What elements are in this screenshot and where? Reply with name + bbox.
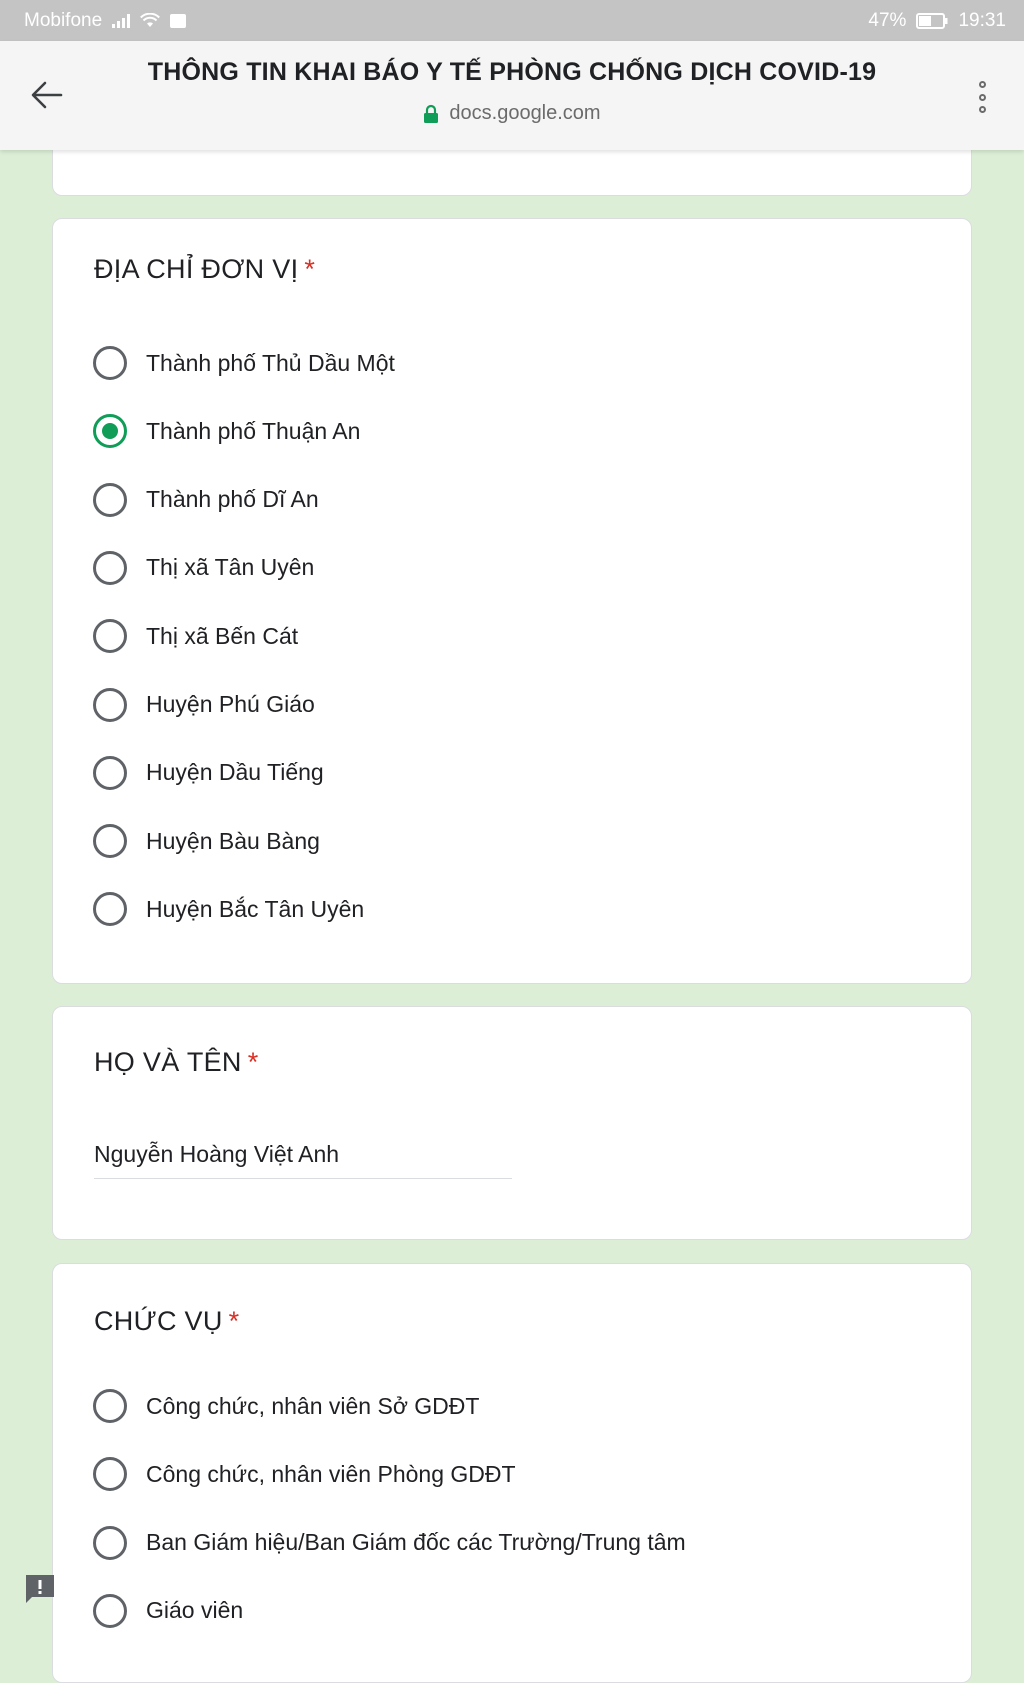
- radio-button[interactable]: [93, 1457, 127, 1492]
- full-name-input[interactable]: Nguyễn Hoàng Việt Anh: [94, 1139, 512, 1179]
- radio-button[interactable]: [93, 1389, 127, 1423]
- radio-button[interactable]: [93, 1593, 127, 1628]
- radio-option[interactable]: Thành phố Thủ Dầu Một: [93, 343, 395, 383]
- radio-option[interactable]: Huyện Bắc Tân Uyên: [93, 889, 364, 929]
- radio-option-label: Thành phố Thuận An: [146, 417, 361, 444]
- url-text: docs.google.com: [449, 102, 601, 124]
- radio-option-label: Thành phố Dĩ An: [146, 486, 319, 513]
- radio-option[interactable]: Công chức, nhân viên Phòng GDĐT: [93, 1454, 516, 1494]
- radio-option-label: Công chức, nhân viên Sở GDĐT: [146, 1392, 480, 1419]
- radio-option-label: Thị xã Bến Cát: [146, 622, 299, 649]
- question-title: ĐỊA CHỈ ĐƠN VỊ *: [94, 254, 315, 285]
- radio-option-label: Giáo viên: [146, 1597, 244, 1624]
- radio-option-label: Thị xã Tân Uyên: [146, 554, 315, 581]
- radio-option[interactable]: Giáo viên: [93, 1591, 243, 1631]
- feedback-button[interactable]: [22, 1571, 58, 1607]
- question-title: CHỨC VỤ *: [94, 1306, 239, 1337]
- radio-button[interactable]: [93, 892, 127, 927]
- radio-option[interactable]: Thị xã Bến Cát: [93, 616, 298, 656]
- radio-option-label: Thành phố Thủ Dầu Một: [146, 349, 395, 376]
- radio-option[interactable]: Thành phố Thuận An: [93, 411, 360, 451]
- back-button[interactable]: [26, 77, 68, 113]
- question-title: HỌ VÀ TÊN *: [94, 1047, 259, 1078]
- question-title-text: HỌ VÀ TÊN: [94, 1047, 242, 1077]
- carrier-name: Mobifone: [24, 9, 103, 31]
- radio-button[interactable]: [93, 619, 127, 654]
- required-star: *: [228, 1306, 240, 1336]
- full-name-question-card: HỌ VÀ TÊN * Nguyễn Hoàng Việt Anh: [52, 1006, 972, 1240]
- status-left: Mobifone: [24, 9, 187, 32]
- radio-option[interactable]: Huyện Phú Giáo: [93, 685, 315, 725]
- radio-option-label: Công chức, nhân viên Phòng GDĐT: [146, 1460, 516, 1487]
- custom-tab-header: THÔNG TIN KHAI BÁO Y TẾ PHÒNG CHỐNG DỊCH…: [0, 41, 1024, 150]
- radio-option[interactable]: Ban Giám hiệu/Ban Giám đốc các Trường/Tr…: [93, 1523, 686, 1563]
- question-title-text: ĐỊA CHỈ ĐƠN VỊ: [94, 254, 299, 284]
- radio-option[interactable]: Thành phố Dĩ An: [93, 480, 319, 520]
- radio-button[interactable]: [93, 346, 127, 380]
- page-url: docs.google.com: [100, 102, 924, 125]
- battery-percent: 47%: [868, 9, 907, 31]
- radio-button[interactable]: [93, 824, 127, 859]
- radio-option-label: Huyện Bàu Bàng: [146, 827, 320, 854]
- battery-icon: [916, 12, 948, 29]
- more-options-button[interactable]: [970, 77, 994, 117]
- wifi-icon: [140, 13, 161, 28]
- radio-option-label: Huyện Phú Giáo: [146, 691, 315, 717]
- radio-option-label: Huyện Dầu Tiếng: [146, 759, 324, 786]
- radio-button[interactable]: [93, 1525, 127, 1560]
- signal-icon: [112, 13, 131, 28]
- sim-card-icon: [170, 13, 187, 28]
- required-star: *: [304, 254, 316, 284]
- more-vertical-icon: [978, 81, 986, 88]
- lock-icon: [424, 104, 439, 123]
- radio-button[interactable]: [93, 482, 127, 517]
- radio-button-checked[interactable]: [93, 414, 127, 449]
- feedback-icon: [26, 1575, 54, 1603]
- status-bar: Mobifone 47% 19:31: [0, 0, 1024, 41]
- radio-button[interactable]: [93, 550, 127, 585]
- arrow-left-icon: [31, 81, 63, 109]
- page-title: THÔNG TIN KHAI BÁO Y TẾ PHÒNG CHỐNG DỊCH…: [147, 58, 877, 86]
- status-right: 47% 19:31: [868, 10, 1006, 32]
- address-question-card: ĐỊA CHỈ ĐƠN VỊ * Thành phố Thủ Dầu Một Thà…: [52, 218, 972, 984]
- radio-option[interactable]: Huyện Bàu Bàng: [93, 821, 320, 861]
- radio-option-label: Huyện Bắc Tân Uyên: [146, 895, 365, 922]
- radio-option-label: Ban Giám hiệu/Ban Giám đốc các Trường/Tr…: [146, 1529, 686, 1556]
- radio-button[interactable]: [93, 687, 127, 722]
- question-title-text: CHỨC VỤ: [94, 1306, 223, 1336]
- required-star: *: [247, 1047, 259, 1077]
- radio-button[interactable]: [93, 755, 127, 790]
- radio-option[interactable]: Huyện Dầu Tiếng: [93, 753, 324, 793]
- radio-option[interactable]: Công chức, nhân viên Sở GDĐT: [93, 1386, 479, 1426]
- radio-option[interactable]: Thị xã Tân Uyên: [93, 548, 314, 588]
- position-question-card: CHỨC VỤ * Công chức, nhân viên Sở GDĐT Côn…: [52, 1263, 972, 1683]
- clock: 19:31: [958, 9, 1006, 31]
